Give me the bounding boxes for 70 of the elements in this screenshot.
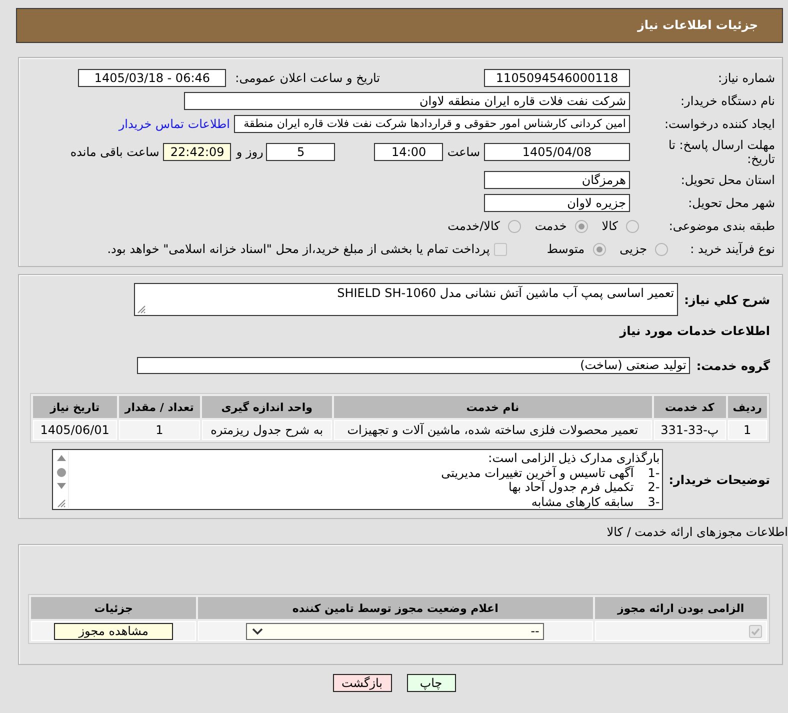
- deadline-time-field[interactable]: 14:00: [374, 143, 444, 161]
- radio-label: جزیی: [620, 242, 647, 256]
- back-button[interactable]: بازگشت: [332, 674, 392, 692]
- description-text: تعمیر اساسی پمپ آب ماشین آتش نشانی مدل SHIELD SH-1060: [336, 286, 674, 302]
- province-field[interactable]: هرمزگان: [484, 171, 630, 189]
- list-number: 2-: [646, 480, 660, 494]
- field-label: نوع فرآیند خرید :: [689, 242, 775, 256]
- field-label: شهر محل تحویل:: [687, 196, 775, 210]
- column-header: اعلام وضعیت مجوز توسط تامین کننده: [198, 597, 593, 619]
- table-cell: به شرح جدول ریزمتره: [202, 420, 332, 440]
- column-header: تعداد / مقدار: [118, 396, 200, 418]
- deadline-date-field[interactable]: 1405/04/08: [484, 143, 630, 161]
- radio-label: کالا: [602, 219, 618, 233]
- notes-line: بارگذاری مدارک ذیل الزامی است:: [487, 451, 660, 466]
- resize-grip-icon[interactable]: [137, 305, 146, 314]
- field-label: نام دستگاه خریدار:: [680, 94, 775, 108]
- chevron-down-icon: [252, 628, 264, 634]
- column-header: جزئیات: [31, 597, 196, 619]
- notes-line: آگهی تاسیس و آخرین تغییرات مدیریتی: [441, 466, 634, 480]
- notes-line: تکمیل فرم جدول آحاد بها: [508, 480, 634, 494]
- resize-grip-icon[interactable]: [56, 499, 66, 508]
- field-label: تاریخ و ساعت اعلان عمومی:: [235, 71, 380, 85]
- scroll-down-icon[interactable]: [56, 483, 66, 489]
- column-header: کد خدمت: [654, 396, 726, 418]
- field-label: توضیحات خریدار:: [668, 472, 770, 488]
- field-label: شرح كلي نياز:: [684, 292, 770, 308]
- city-field[interactable]: جزیره لاوان: [484, 194, 630, 212]
- column-header: ردیف: [728, 396, 767, 418]
- requester-field[interactable]: امین کردانی کارشناس امور حقوقی و قراردادها شرکت نفت فلات قاره ایران منطقة: [234, 115, 630, 133]
- page-header-bar: جزئیات اطلاعات نیاز: [16, 8, 783, 43]
- scroll-up-icon[interactable]: [56, 455, 66, 461]
- field-label: ایجاد کننده درخواست:: [663, 117, 775, 131]
- status-select[interactable]: --: [246, 622, 544, 640]
- radio-label: متوسط: [546, 242, 585, 256]
- table-cell: پ-33-331: [654, 420, 726, 440]
- service-group-field[interactable]: تولید صنعتی (ساخت): [137, 357, 690, 374]
- need-number-field[interactable]: 1105094546000118: [484, 69, 630, 87]
- field-label: طبقه بندی موضوعی:: [668, 219, 775, 233]
- table-cell: 1: [728, 420, 767, 440]
- radio-label: کالا/خدمت: [448, 219, 500, 233]
- scroll-thumb-icon[interactable]: [56, 468, 66, 477]
- field-label: استان محل تحویل:: [680, 173, 775, 187]
- description-textarea[interactable]: تعمیر اساسی پمپ آب ماشین آتش نشانی مدل SHIELD SH-1060: [134, 283, 678, 316]
- time-label: ساعت: [447, 145, 480, 159]
- buyer-contact-link[interactable]: اطلاعات تماس خریدار: [118, 117, 230, 131]
- column-header: تاریخ نیاز: [33, 396, 117, 418]
- field-label: گروه خدمت:: [696, 358, 770, 374]
- notes-line: سابقه کارهای مشابه: [531, 494, 634, 508]
- column-header: الزامی بودن ارائه مجوز: [594, 597, 767, 619]
- table-cell: 1405/06/01: [33, 420, 117, 440]
- checkbox-label: پرداخت تمام یا بخشی از مبلغ خرید،از محل "اسناد خزانه اسلامی" خواهد بود.: [107, 242, 490, 256]
- section-title: اطلاعات خدمات مورد نیاز: [620, 323, 770, 339]
- remaining-label: ساعت باقی مانده: [70, 145, 160, 159]
- remaining-time-field[interactable]: 22:42:09: [163, 143, 232, 161]
- table-cell: تعمیر محصولات فلزی ساخته شده، ماشین آلات و تجهیزات: [334, 420, 652, 440]
- column-header: واحد اندازه گیری: [202, 396, 332, 418]
- field-label: مهلت ارسال پاسخ: تا تاریخ:: [667, 138, 775, 166]
- list-number: 3-: [646, 494, 660, 509]
- print-button[interactable]: چاپ: [406, 674, 456, 692]
- announce-date-field[interactable]: 1405/03/18 - 06:46: [78, 69, 226, 87]
- days-field[interactable]: 5: [266, 143, 336, 161]
- list-number: 1-: [646, 466, 660, 480]
- field-label: شماره نیاز:: [717, 71, 775, 85]
- radio-label: خدمت: [534, 219, 567, 233]
- section-title: اطلاعات مجوزهای ارائه خدمت / کالا: [606, 525, 788, 539]
- view-license-button[interactable]: مشاهده مجوز: [54, 622, 174, 640]
- buyer-org-field[interactable]: شرکت نفت فلات قاره ایران منطقه لاوان: [184, 92, 630, 110]
- table-cell: 1: [118, 420, 200, 440]
- days-label: روز و: [235, 145, 264, 159]
- column-header: نام خدمت: [334, 396, 652, 418]
